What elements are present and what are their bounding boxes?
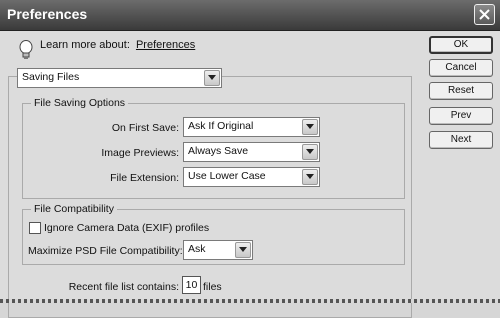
on-first-save-label: On First Save: [111,122,179,134]
next-button[interactable]: Next [429,131,493,149]
reset-button[interactable]: Reset [429,82,493,100]
learn-more: Learn more about: Preferences [40,39,195,51]
preferences-dialog: Preferences Learn more about: Preference… [0,0,500,318]
recent-files-suffix: files [203,281,222,293]
cancel-button[interactable]: Cancel [429,59,493,77]
learn-more-label: Learn more about: [40,39,130,51]
on-first-save-value: Ask If Original [188,120,254,132]
chevron-down-icon [235,242,251,258]
section-select-value: Saving Files [22,71,80,83]
dialog-body: Learn more about: Preferences OK Cancel … [0,31,500,318]
image-previews-label: Image Previews: [101,147,179,159]
image-previews-value: Always Save [188,145,249,157]
window-title: Preferences [7,6,88,22]
lightbulb-icon [19,40,33,59]
close-button[interactable] [474,4,495,25]
chevron-down-icon [302,119,318,135]
group-title: File Saving Options [31,97,129,109]
ignore-exif-label: Ignore Camera Data (EXIF) profiles [44,222,210,234]
recent-files-count-input[interactable]: 10 [182,276,201,294]
ok-button[interactable]: OK [429,36,493,54]
close-icon [479,9,490,20]
preferences-help-link[interactable]: Preferences [136,39,195,51]
chevron-down-icon [204,70,220,86]
group-title: File Compatibility [31,203,117,215]
ignore-exif-checkbox[interactable] [29,222,41,234]
maximize-psd-label: Maximize PSD File Compatibility: [28,245,183,257]
section-select[interactable]: Saving Files [17,68,222,88]
recent-files-label: Recent file list contains: [68,281,179,293]
maximize-psd-value: Ask [188,243,206,255]
file-extension-label: File Extension: [110,172,179,184]
file-extension-select[interactable]: Use Lower Case [183,167,320,187]
chevron-down-icon [302,169,318,185]
title-bar: Preferences [0,0,500,31]
image-previews-select[interactable]: Always Save [183,142,320,162]
file-extension-value: Use Lower Case [188,170,266,182]
bottom-edge [0,299,500,303]
on-first-save-select[interactable]: Ask If Original [183,117,320,137]
maximize-psd-select[interactable]: Ask [183,240,253,260]
chevron-down-icon [302,144,318,160]
prev-button[interactable]: Prev [429,107,493,125]
